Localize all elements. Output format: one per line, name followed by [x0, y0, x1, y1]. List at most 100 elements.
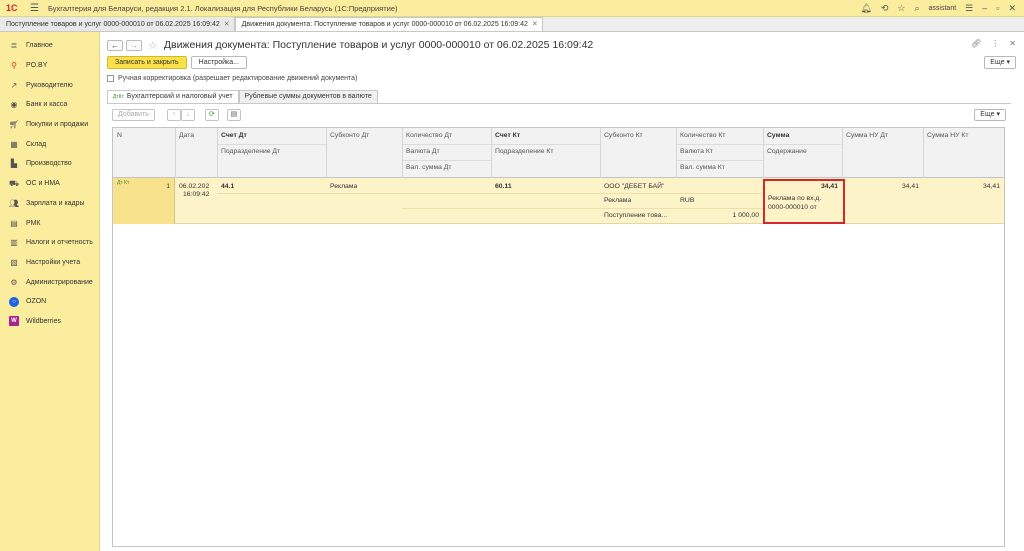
sidebar-item-label: Банк и касса	[26, 101, 68, 109]
link-icon[interactable]: 🔗︎	[971, 39, 981, 48]
col-quantity-kt[interactable]: Количество Кт	[676, 128, 763, 144]
col-n[interactable]: N	[113, 128, 175, 144]
movement-tabs: ДтКт Бухгалтерский и налоговый учет Рубле…	[107, 90, 378, 103]
row-currency-sum-kt[interactable]: 1 000,00	[676, 209, 759, 223]
tab-accounting-tax[interactable]: ДтКт Бухгалтерский и налоговый учет	[107, 90, 239, 103]
form-header-tools: 🔗︎ ⋮ ✕	[971, 39, 1016, 48]
row-currency-kt[interactable]: RUB	[680, 194, 694, 208]
row-subconto-kt-2[interactable]: Реклама	[604, 194, 631, 208]
title-bar: 1С ☰ Бухгалтерия для Беларуси, редакция …	[0, 0, 1024, 17]
tab-label: Поступление товаров и услуг 0000-000010 …	[6, 20, 220, 28]
minimize-icon[interactable]: –	[982, 3, 987, 13]
col-department-kt[interactable]: Подразделение Кт	[491, 144, 600, 160]
warehouse-icon: ▦	[10, 139, 18, 149]
move-up-icon[interactable]: ↑	[166, 109, 181, 121]
move-down-icon[interactable]: ↓	[180, 109, 195, 121]
tab-document-movements[interactable]: Движения документа: Поступление товаров …	[234, 17, 543, 31]
manual-correction-option[interactable]: Ручная корректировка (разрешает редактир…	[107, 75, 357, 82]
col-subconto-kt[interactable]: Субконто Кт	[600, 128, 676, 144]
sidebar-item-label: PO.BY	[26, 62, 48, 70]
col-date[interactable]: Дата	[175, 128, 217, 144]
col-account-dt[interactable]: Счет Дт	[217, 128, 326, 144]
bell-icon[interactable]: 🔔︎	[860, 3, 871, 14]
col-account-kt[interactable]: Счет Кт	[491, 128, 600, 144]
sum-content-highlight	[763, 179, 845, 224]
sidebar-item-wildberries[interactable]: W Wildberries	[0, 312, 99, 332]
app-logo: 1С	[6, 3, 18, 13]
row-account-kt[interactable]: 60.11	[495, 180, 512, 194]
row-account-dt[interactable]: 44.1	[221, 180, 234, 194]
refresh-icon[interactable]: ⟳	[204, 109, 219, 121]
dt-kt-icon: ДтКт	[113, 94, 124, 100]
sidebar-item-ozon[interactable]: ○ OZON	[0, 292, 99, 312]
grid-more-button[interactable]: Еще ▾	[974, 109, 1006, 121]
search-icon[interactable]: ⌕	[914, 3, 919, 14]
col-quantity-dt[interactable]: Количество Дт	[402, 128, 491, 144]
sidebar-item-salary[interactable]: 👥︎ Зарплата и кадры	[0, 194, 99, 214]
col-department-dt[interactable]: Подразделение Дт	[217, 144, 326, 160]
row-subconto-dt[interactable]: Реклама	[330, 180, 357, 194]
table-header: N Дата Счет Дт Подразделение Дт Субконто…	[113, 128, 1004, 178]
col-currency-kt[interactable]: Валюта Кт	[676, 144, 763, 160]
row-number-cell[interactable]: Дт Кт 1	[113, 178, 175, 224]
sidebar-item-label: Руководителю	[26, 81, 73, 89]
sidebar-item-label: Склад	[26, 140, 47, 148]
settings-button[interactable]: Настройка...	[190, 56, 247, 69]
col-currency-sum-dt[interactable]: Вал. сумма Дт	[402, 160, 491, 176]
form-more-button[interactable]: Еще ▾	[984, 56, 1016, 69]
manual-correction-checkbox[interactable]	[107, 75, 114, 82]
favorite-star-icon[interactable]: ☆	[148, 39, 158, 52]
close-tab-icon[interactable]: ✕	[532, 18, 538, 31]
sidebar-item-manager[interactable]: ↗ Руководителю	[0, 75, 99, 95]
favorites-star-icon[interactable]: ☆	[897, 3, 905, 14]
sidebar-item-administration[interactable]: ⚙ Администрирование	[0, 272, 99, 292]
header-divider	[402, 144, 491, 145]
sidebar-item-accounting-settings[interactable]: ▧ Настройки учета	[0, 253, 99, 273]
coins-icon: ◉	[10, 100, 18, 110]
add-button[interactable]: Добавить	[112, 109, 155, 121]
report-icon[interactable]: ▤	[226, 109, 241, 121]
close-form-icon[interactable]: ✕	[1009, 39, 1016, 48]
sidebar-item-production[interactable]: ▙ Производство	[0, 154, 99, 174]
settings-menu-icon[interactable]: ☰	[965, 3, 973, 14]
table-row[interactable]: Дт Кт 1 06.02.202 16:09:42 44.1 Реклама …	[113, 178, 1004, 224]
row-subconto-kt-3[interactable]: Поступление това...	[604, 209, 676, 223]
col-subconto-dt[interactable]: Субконто Дт	[326, 128, 402, 144]
back-button[interactable]: ←	[107, 39, 123, 51]
close-icon[interactable]: ✕	[1008, 3, 1016, 14]
sidebar-item-poby[interactable]: ⚲ PO.BY	[0, 56, 99, 76]
sidebar-item-main[interactable]: ≣ Главное	[0, 36, 99, 56]
header-divider	[217, 144, 326, 145]
sidebar-item-label: ОС и НМА	[26, 180, 60, 188]
close-tab-icon[interactable]: ✕	[224, 18, 230, 31]
tab-ruble-sums[interactable]: Рублевые суммы документов в валюте	[238, 90, 378, 103]
col-content[interactable]: Содержание	[763, 144, 842, 160]
sidebar-item-warehouse[interactable]: ▦ Склад	[0, 134, 99, 154]
save-and-close-button[interactable]: Записать и закрыть	[107, 56, 187, 69]
row-sum-nu-kt[interactable]: 34,41	[923, 180, 1000, 194]
row-subconto-kt-1[interactable]: ООО "ДЕБЕТ БАЙ"	[604, 180, 664, 194]
tab-receipt-document[interactable]: Поступление товаров и услуг 0000-000010 …	[0, 17, 235, 31]
document-movements-form: ← → ☆ Движения документа: Поступление то…	[101, 32, 1024, 551]
sidebar-item-fixed-assets[interactable]: ⛟ ОС и НМА	[0, 174, 99, 194]
restore-icon[interactable]: ▫	[996, 3, 999, 13]
sidebar-item-label: Администрирование	[26, 278, 93, 286]
row-sum-nu-dt[interactable]: 34,41	[842, 180, 919, 194]
col-sum-nu-kt[interactable]: Сумма НУ Кт	[923, 128, 1004, 144]
main-menu-icon[interactable]: ☰	[30, 3, 40, 14]
col-sum-nu-dt[interactable]: Сумма НУ Дт	[842, 128, 923, 144]
forward-button[interactable]: →	[126, 39, 142, 51]
col-currency-dt[interactable]: Валюта Дт	[402, 144, 491, 160]
more-actions-icon[interactable]: ⋮	[991, 39, 999, 48]
col-currency-sum-kt[interactable]: Вал. сумма Кт	[676, 160, 763, 176]
row-time[interactable]: 16:09:42	[183, 188, 209, 202]
user-name[interactable]: assistant	[929, 5, 957, 12]
movements-table: N Дата Счет Дт Подразделение Дт Субконто…	[112, 127, 1005, 547]
sidebar-item-taxes[interactable]: ▥ Налоги и отчетность	[0, 233, 99, 253]
sidebar-item-bank[interactable]: ◉ Банк и касса	[0, 95, 99, 115]
col-sum[interactable]: Сумма	[763, 128, 842, 144]
sidebar-item-purchases-sales[interactable]: 🛒︎ Покупки и продажи	[0, 115, 99, 135]
history-icon[interactable]: ⟲	[881, 3, 889, 14]
sidebar-item-label: Зарплата и кадры	[26, 199, 85, 207]
sidebar-item-pos[interactable]: ▤ РМК	[0, 213, 99, 233]
